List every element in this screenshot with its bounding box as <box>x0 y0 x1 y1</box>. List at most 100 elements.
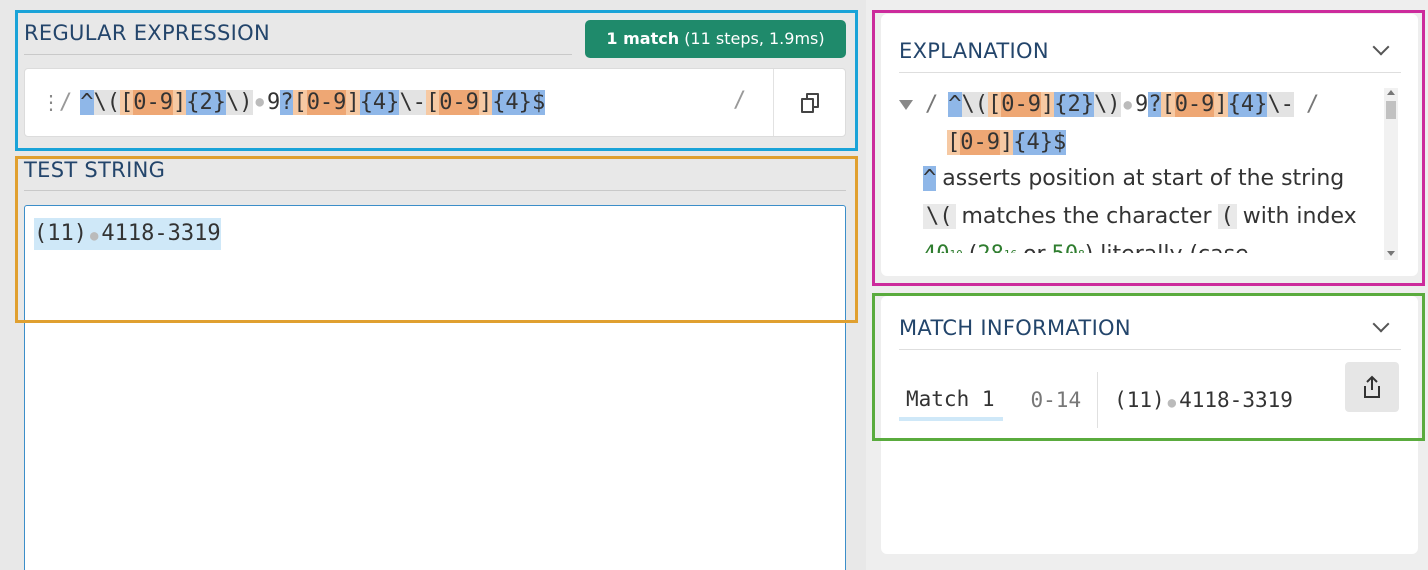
explanation-tree: / ^ \([0-9] {2} \) ● 9?[0-9] {4} \- / [0-9] {4} $ … <box>899 88 1369 253</box>
regex-title-divider <box>24 54 572 55</box>
match-value: (11) ● 4118-3319 <box>1114 388 1293 412</box>
match-count-badge: 1 match (11 steps, 1.9ms) <box>585 20 846 58</box>
explanation-title: EXPLANATION <box>899 39 1049 63</box>
regex-open-delimiter: / <box>59 89 73 115</box>
tree-token-set-range: 0-9 <box>1174 92 1215 117</box>
space-marker-icon: ● <box>1167 395 1177 411</box>
scroll-down-arrow-icon[interactable] <box>1387 251 1395 256</box>
collapse-triangle-icon[interactable] <box>899 99 913 110</box>
tree-close-delimiter: / <box>1305 92 1320 117</box>
regex-section-title: REGULAR EXPRESSION <box>24 21 270 45</box>
regex-token-set-open: [ <box>120 89 134 115</box>
explanation-index-base: 16 <box>1004 248 1017 253</box>
explanation-scrollbar[interactable] <box>1384 88 1398 260</box>
match-separator <box>1097 372 1099 428</box>
regex-expression[interactable]: ⋮ / ^ \([0-9] {2} \) ● 9?[0-9] {4} \-[0-9] {4} $ <box>41 83 546 121</box>
explanation-index-base: 8 <box>1078 248 1085 253</box>
regex-input[interactable]: ⋮ / ^ \([0-9] {2} \) ● 9?[0-9] {4} \-[0-9] {4} $ … <box>24 68 846 137</box>
regex-token-escaped-dash: \- <box>399 89 426 115</box>
copy-icon <box>800 92 819 113</box>
regex-token-anchor-start: ^ <box>80 89 94 115</box>
left-panel: REGULAR EXPRESSION 1 match (11 steps, 1.… <box>0 0 866 570</box>
regex-token-set-close: ] <box>173 89 187 115</box>
explanation-token: ^ <box>923 166 937 191</box>
tree-token-escaped-open: \( <box>961 92 988 117</box>
explanation-item-escaped-open: \( matches the character ( with index <box>923 204 1357 229</box>
explanation-index: 28 <box>977 242 1004 253</box>
match-count-detail: (11 steps, 1.9ms) <box>684 29 825 48</box>
tree-token-set-range: 0-9 <box>1001 92 1041 117</box>
space-marker-icon: ● <box>1123 96 1132 113</box>
explanation-text: or <box>1023 242 1046 253</box>
space-marker-icon: ● <box>89 228 99 244</box>
match-value-part1: (11) <box>1114 388 1165 412</box>
regex-token-optional: ? <box>280 89 294 115</box>
scroll-up-arrow-icon[interactable] <box>1387 90 1395 95</box>
regex-token-escaped-close: \) <box>226 89 253 115</box>
tree-token-set-close: ] <box>1214 92 1228 117</box>
scroll-thumb[interactable] <box>1386 101 1396 119</box>
match-info-title-divider <box>899 349 1401 350</box>
match-row[interactable]: Match 1 0-14 (11) ● 4118-3319 <box>899 372 1293 428</box>
space-marker-icon: ● <box>255 94 264 110</box>
explanation-text: matches the character <box>961 204 1212 229</box>
regex-token-anchor-end: $ <box>531 89 546 115</box>
regex-token-quantifier: {2} <box>186 89 226 115</box>
tree-token-set-close: ] <box>1041 92 1055 117</box>
tree-token-escaped-close: \) <box>1094 92 1121 117</box>
share-icon <box>1364 375 1380 398</box>
tree-token-set-open: [ <box>947 130 961 155</box>
explanation-index: 40 <box>923 242 950 253</box>
match-range: 0-14 <box>1030 388 1082 412</box>
regex-token-literal: 9 <box>266 89 281 115</box>
explanation-token: \( <box>923 204 956 229</box>
regex-token-set-range: 0-9 <box>439 89 479 115</box>
regex-token-set-close: ] <box>478 89 493 115</box>
tree-token-anchor: ^ <box>948 92 962 117</box>
tree-token-optional: ? <box>1148 92 1162 117</box>
tree-token-quantifier: {4} <box>1227 92 1268 117</box>
explanation-title-divider <box>899 72 1401 73</box>
match-value-part2: 4118-3319 <box>1179 388 1293 412</box>
regex-token-set-close: ] <box>346 89 360 115</box>
explanation-text: with index <box>1242 204 1357 229</box>
tree-open-delimiter: / <box>925 92 939 117</box>
explanation-text: ( <box>969 242 978 253</box>
regex-token-set-open: [ <box>425 89 440 115</box>
match-information-title: MATCH INFORMATION <box>899 316 1131 340</box>
explanation-index-base: 10 <box>950 248 963 253</box>
tree-token-set-open: [ <box>1161 92 1175 117</box>
tree-token-set-range: 0-9 <box>960 130 1000 155</box>
explanation-tree-continuation: [0-9] {4} $ <box>947 130 1067 155</box>
test-text-part2: 4118-3319 <box>101 221 221 246</box>
explanation-tree-root[interactable]: / ^ \([0-9] {2} \) ● 9?[0-9] {4} \- / <box>899 92 1319 117</box>
copy-regex-button[interactable] <box>773 69 845 136</box>
regex-token-set-range: 0-9 <box>133 89 173 115</box>
test-text-part1: (11) <box>34 221 87 246</box>
regex-flags-button[interactable]: / <box>733 88 746 113</box>
explanation-char: ( <box>1217 204 1237 229</box>
test-string-match-highlight: (11) ● 4118-3319 <box>34 218 221 250</box>
test-string-title: TEST STRING <box>24 158 166 182</box>
regex-token-quantifier: {4} <box>359 89 400 115</box>
tree-token-quantifier: {2} <box>1054 92 1094 117</box>
tree-token-anchor-end: $ <box>1053 130 1067 155</box>
regex-token-quantifier: {4} <box>492 89 532 115</box>
explanation-text: ) literally (case <box>1085 242 1249 253</box>
test-string-input[interactable]: (11) ● 4118-3319 <box>24 205 846 570</box>
tree-token-escaped-dash: \- <box>1267 92 1294 117</box>
tree-token-set-open: [ <box>988 92 1002 117</box>
regex-token-escaped-open: \( <box>93 89 120 115</box>
explanation-text: asserts position at start of the string <box>942 166 1345 191</box>
match-count-bold: 1 match <box>606 29 680 48</box>
tree-token-quantifier: {4} <box>1013 130 1053 155</box>
explanation-item-index: 4010 (2816 or 508 ) literally (case <box>923 242 1249 253</box>
regex-token-set-open: [ <box>293 89 307 115</box>
test-title-divider <box>24 190 846 191</box>
tree-token-set-close: ] <box>1000 130 1014 155</box>
explanation-item-anchor: ^ asserts position at start of the strin… <box>923 166 1344 191</box>
drag-handle-icon[interactable]: ⋮ <box>41 90 61 114</box>
tree-token-literal: 9 <box>1134 92 1149 117</box>
match-label: Match 1 <box>899 379 1003 421</box>
export-matches-button[interactable] <box>1345 362 1399 412</box>
